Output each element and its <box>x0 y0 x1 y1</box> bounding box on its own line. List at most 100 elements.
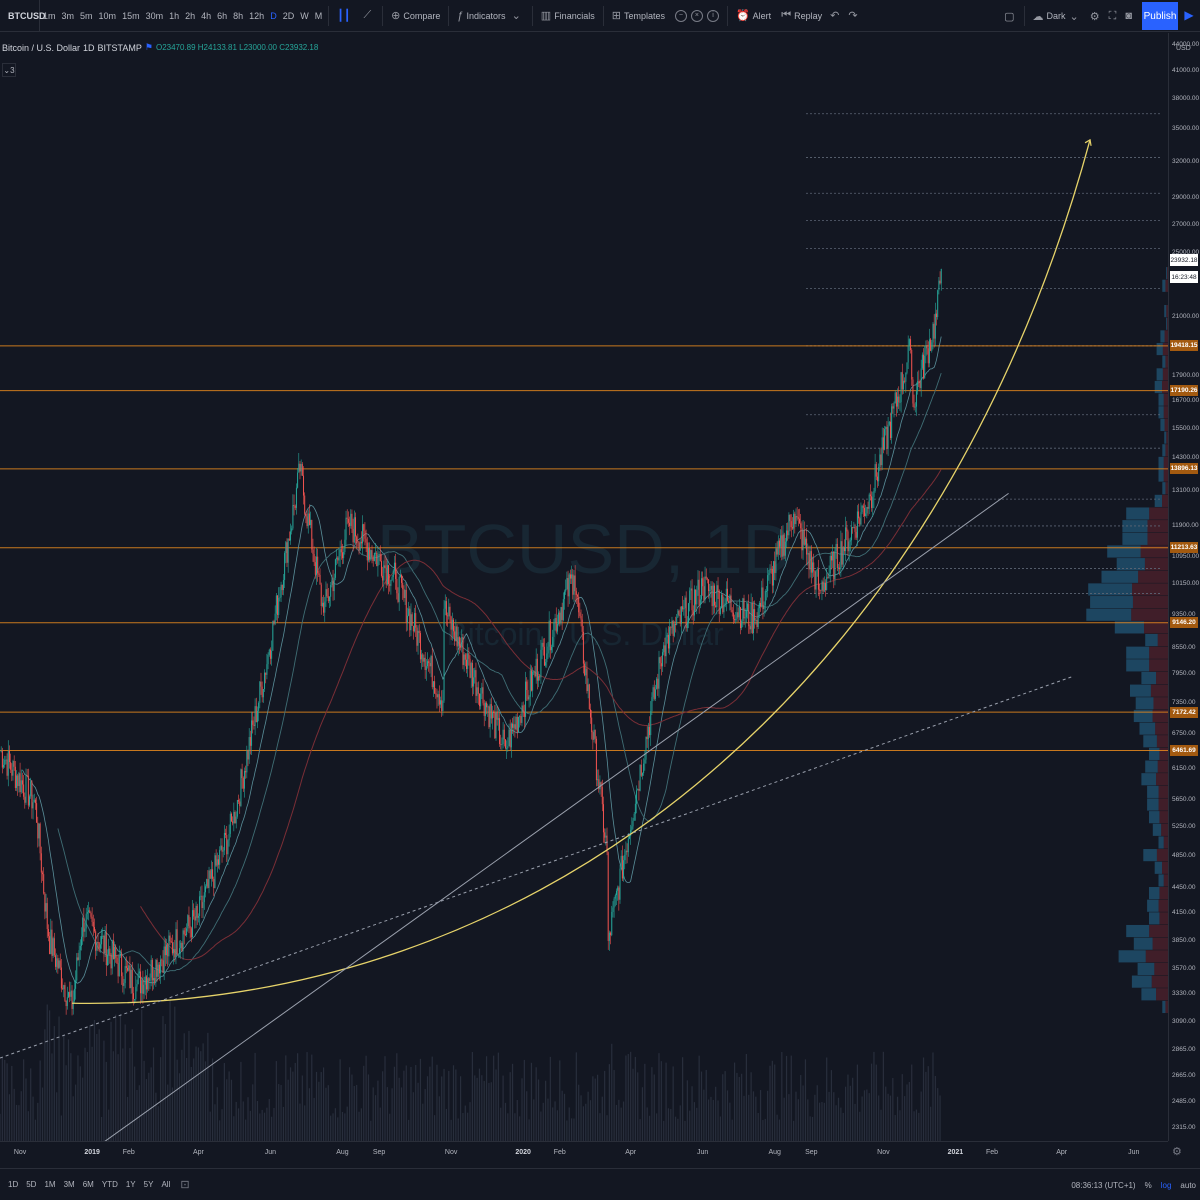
cross-circle-icon[interactable]: × <box>690 9 703 22</box>
settings-gear-icon[interactable]: ⚙ <box>1172 1145 1182 1158</box>
candle-body <box>571 574 573 579</box>
price-tick: 29000.00 <box>1172 194 1200 202</box>
line-style-button[interactable]: ⟋ <box>358 0 379 32</box>
info-circle-icon[interactable]: i <box>706 9 719 22</box>
volume-bar <box>190 1067 192 1141</box>
interval-1m[interactable]: 1m <box>40 0 59 32</box>
interval-15m[interactable]: 15m <box>119 0 143 32</box>
replay-button[interactable]: ⏮ Replay <box>776 0 827 32</box>
volume-bar <box>282 1106 285 1141</box>
log-toggle[interactable]: log <box>1161 1181 1172 1190</box>
volume-bar <box>927 1066 929 1141</box>
price-chart[interactable]: BTCUSD, 1D Bitcoin / U.S. Dollar <box>0 33 1168 1141</box>
volume-bar <box>462 1112 464 1141</box>
settings-button[interactable]: ⚙ <box>1087 0 1106 32</box>
indicators-button[interactable]: ƒ Indicators ⌄ <box>452 0 528 32</box>
fullscreen-button[interactable]: ⛶ <box>1106 0 1123 32</box>
alert-button[interactable]: ⏰ Alert <box>731 0 776 32</box>
theme-button[interactable]: ☁ Dark ⌄ <box>1028 0 1087 32</box>
volume-bar <box>474 1075 476 1141</box>
interval-W[interactable]: W <box>297 0 312 32</box>
auto-toggle[interactable]: auto <box>1180 1181 1196 1190</box>
range-1Y[interactable]: 1Y <box>122 1180 140 1189</box>
candle-body <box>259 681 261 703</box>
range-5Y[interactable]: 5Y <box>140 1180 158 1189</box>
play-circle-icon[interactable]: ▶ <box>1180 4 1198 26</box>
clock[interactable]: 08:36:13 (UTC+1) <box>1071 1181 1135 1190</box>
volume-bar <box>256 1101 259 1141</box>
interval-6h[interactable]: 6h <box>214 0 230 32</box>
symbol-search[interactable]: BTCUSD <box>0 0 46 32</box>
undo-button[interactable]: ↶ <box>827 0 845 32</box>
candle-body <box>14 766 16 788</box>
range-5D[interactable]: 5D <box>22 1180 40 1189</box>
volume-bar <box>540 1111 542 1141</box>
candle-body <box>365 538 367 543</box>
candle-body <box>528 696 530 700</box>
indicators-collapse-button[interactable]: ⌄ 3 <box>2 63 16 77</box>
candle-body <box>858 511 860 519</box>
candle-body <box>369 547 371 560</box>
templates-button[interactable]: ⊞ Templates <box>607 0 670 32</box>
compare-button[interactable]: ⊕ Compare <box>386 0 445 32</box>
interval-M[interactable]: M <box>312 0 326 32</box>
candle-body <box>704 576 706 600</box>
bar-countdown: 16:23:48 <box>1170 271 1198 283</box>
financials-button[interactable]: ▥ Financials <box>536 0 600 32</box>
volume-bar <box>833 1092 835 1141</box>
range-YTD[interactable]: YTD <box>98 1180 122 1189</box>
candle-body <box>356 536 358 542</box>
range-6M[interactable]: 6M <box>79 1180 98 1189</box>
range-1D[interactable]: 1D <box>4 1180 22 1189</box>
layout-button[interactable]: ▢ <box>1001 0 1020 32</box>
volume-profile-bar <box>1158 393 1164 406</box>
interval-30m[interactable]: 30m <box>143 0 167 32</box>
volume-profile-bar <box>1149 747 1160 760</box>
candle-body <box>847 531 849 552</box>
candle-body <box>678 610 680 615</box>
range-3M[interactable]: 3M <box>60 1180 79 1189</box>
range-1M[interactable]: 1M <box>40 1180 59 1189</box>
minus-circle-icon[interactable]: − <box>674 9 687 22</box>
volume-profile-bar <box>1157 633 1168 647</box>
candle-body <box>461 637 463 648</box>
candle-body <box>29 796 31 806</box>
interval-4h[interactable]: 4h <box>198 0 214 32</box>
interval-2h[interactable]: 2h <box>182 0 198 32</box>
volume-bar <box>622 1101 625 1141</box>
undo-icon: ↶ <box>830 10 840 22</box>
candle-body <box>799 518 801 524</box>
candle-body <box>186 928 188 936</box>
volume-bar <box>847 1074 849 1141</box>
legend-title[interactable]: Bitcoin / U.S. Dollar <box>2 43 80 53</box>
interval-D[interactable]: D <box>267 0 280 32</box>
percent-toggle[interactable]: % <box>1145 1181 1152 1190</box>
volume-bar <box>103 1040 105 1141</box>
calendar-icon[interactable]: ⊡ <box>180 1178 189 1191</box>
publish-button[interactable]: Publish <box>1142 2 1178 30</box>
volume-bar <box>223 1063 225 1141</box>
candle-body <box>719 607 721 614</box>
interval-2D[interactable]: 2D <box>280 0 298 32</box>
candle-body <box>3 764 5 768</box>
volume-bar <box>802 1085 804 1141</box>
volume-bar <box>800 1075 802 1141</box>
interval-10m[interactable]: 10m <box>96 0 120 32</box>
candle-body <box>429 663 431 667</box>
interval-5m[interactable]: 5m <box>77 0 96 32</box>
interval-1h[interactable]: 1h <box>166 0 182 32</box>
candle-body <box>804 538 806 545</box>
range-All[interactable]: All <box>157 1180 174 1189</box>
volume-profile-bar <box>1143 849 1157 862</box>
interval-3m[interactable]: 3m <box>59 0 78 32</box>
candle-style-button[interactable]: ┃┃ <box>332 0 358 32</box>
flag-icon[interactable]: ⚑ <box>145 42 153 53</box>
interval-12h[interactable]: 12h <box>246 0 267 32</box>
snapshot-button[interactable]: ◙ <box>1122 0 1138 32</box>
volume-bar <box>663 1120 665 1141</box>
interval-8h[interactable]: 8h <box>230 0 246 32</box>
volume-bar <box>252 1084 254 1141</box>
candle-body <box>487 706 489 708</box>
redo-button[interactable]: ↷ <box>845 0 863 32</box>
candle-body <box>149 977 151 982</box>
